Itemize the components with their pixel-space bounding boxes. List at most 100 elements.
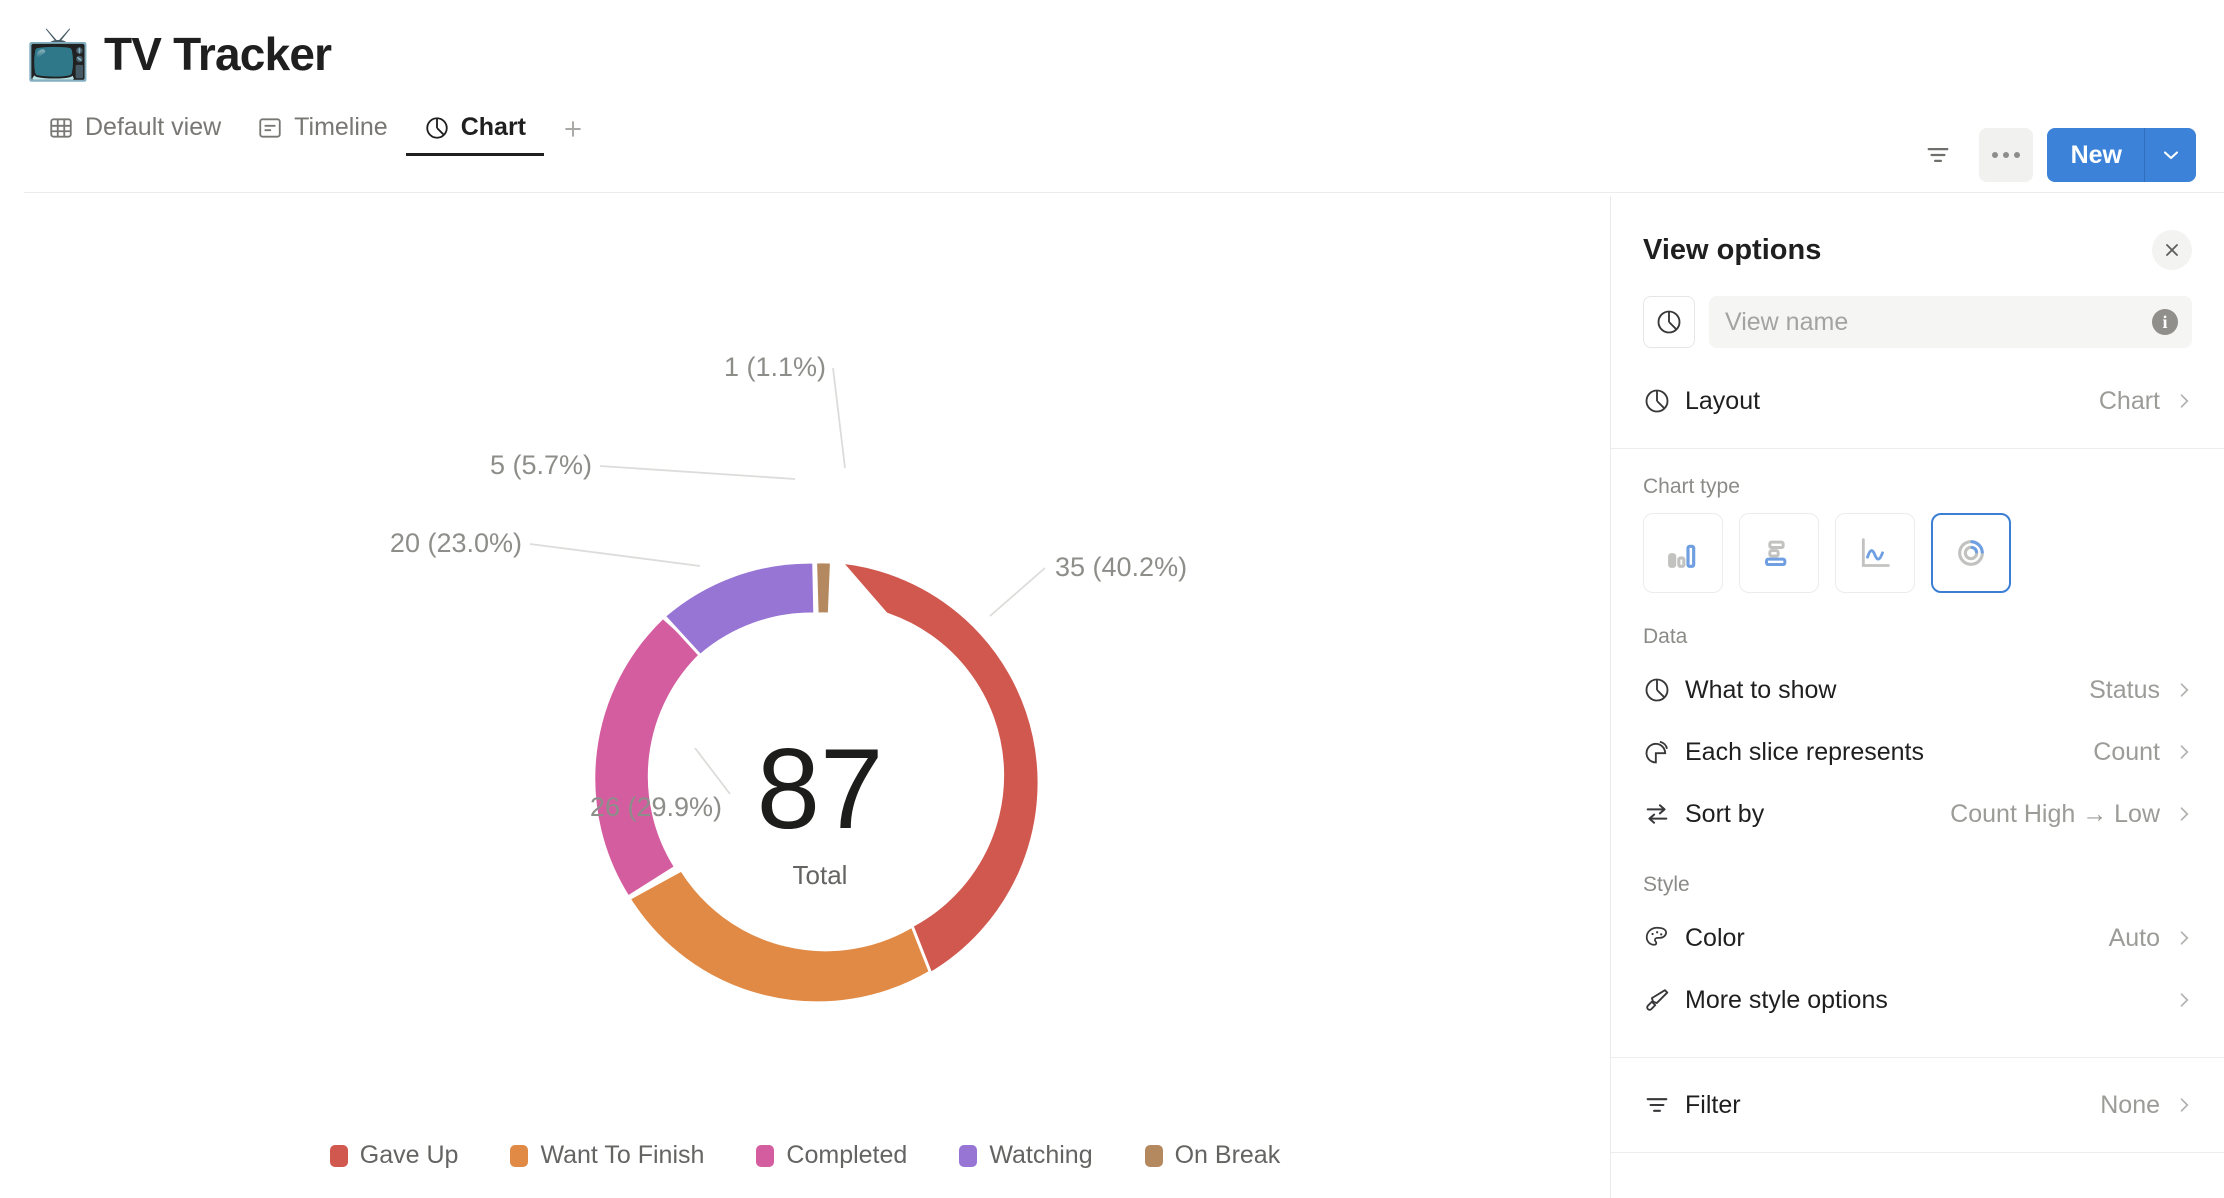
legend-swatch bbox=[510, 1144, 529, 1167]
segment-watching bbox=[662, 560, 817, 658]
legend-label: Want To Finish bbox=[540, 1141, 705, 1169]
add-view-button[interactable] bbox=[544, 116, 602, 156]
tab-label: Timeline bbox=[294, 113, 388, 141]
view-name-row: i bbox=[1611, 270, 2224, 348]
what-to-show-label: What to show bbox=[1685, 675, 1837, 704]
legend-swatch bbox=[756, 1144, 775, 1167]
app-header: 📺 TV Tracker Default view Timeline Chart… bbox=[0, 0, 2224, 196]
view-name-input[interactable] bbox=[1725, 307, 2152, 337]
view-options-panel: View options i Layout Chart C bbox=[1610, 196, 2224, 1198]
view-name-field-wrap: i bbox=[1709, 296, 2192, 348]
new-dropdown-button[interactable] bbox=[2144, 128, 2196, 182]
view-icon-button[interactable] bbox=[1643, 296, 1695, 348]
what-to-show-value: Status bbox=[2089, 675, 2160, 704]
data-label-want-to-finish: 26 (29.9%) bbox=[590, 792, 722, 822]
brush-icon bbox=[1643, 986, 1685, 1014]
palette-icon bbox=[1643, 924, 1685, 952]
sort-by-value: Count High → Low bbox=[1950, 799, 2160, 828]
legend-item-completed[interactable]: Completed bbox=[756, 1141, 907, 1170]
sort-by-row[interactable]: Sort by Count High → Low bbox=[1611, 783, 2224, 845]
donut-chart-icon[interactable] bbox=[1931, 513, 2011, 593]
tab-chart[interactable]: Chart bbox=[405, 113, 545, 156]
legend-item-on-break[interactable]: On Break bbox=[1144, 1141, 1281, 1170]
data-section-label: Data bbox=[1643, 625, 1688, 648]
legend-swatch bbox=[1144, 1144, 1163, 1167]
more-options-icon[interactable] bbox=[1978, 128, 2033, 182]
filter-row[interactable]: Filter None bbox=[1611, 1074, 2224, 1136]
donut-chart-svg: 87 Total 1 (1.1%) 5 (5.7%) 20 (23.0%) 35… bbox=[390, 352, 1187, 1005]
chevron-right-icon bbox=[2174, 804, 2194, 824]
legend-label: On Break bbox=[1174, 1141, 1281, 1169]
legend-item-want-to-finish[interactable]: Want To Finish bbox=[510, 1141, 704, 1170]
tab-label: Chart bbox=[460, 113, 527, 141]
legend-swatch bbox=[329, 1144, 348, 1167]
donut-chart: 87 Total 1 (1.1%) 5 (5.7%) 20 (23.0%) 35… bbox=[0, 196, 1610, 1096]
tab-default-view[interactable]: Default view bbox=[30, 113, 239, 156]
tv-icon: 📺 bbox=[25, 25, 91, 83]
new-button[interactable]: New bbox=[2046, 128, 2144, 182]
tab-label: Default view bbox=[85, 113, 222, 141]
panel-divider-3 bbox=[1611, 1152, 2224, 1153]
color-row[interactable]: Color Auto bbox=[1611, 907, 2224, 969]
chevron-right-icon bbox=[2174, 391, 2194, 411]
info-icon[interactable]: i bbox=[2152, 309, 2178, 335]
segment-want-to-finish bbox=[626, 867, 933, 1005]
chevron-right-icon bbox=[2174, 742, 2194, 762]
data-label-watching: 5 (5.7%) bbox=[490, 450, 592, 480]
bar-chart-icon[interactable] bbox=[1739, 513, 1819, 593]
each-slice-represents-row[interactable]: Each slice represents Count bbox=[1611, 721, 2224, 783]
chevron-right-icon bbox=[2174, 680, 2194, 700]
data-label-completed: 20 (23.0%) bbox=[390, 528, 522, 558]
column-chart-icon[interactable] bbox=[1643, 513, 1723, 593]
table-icon bbox=[48, 115, 74, 141]
legend-swatch bbox=[959, 1144, 978, 1167]
tab-timeline[interactable]: Timeline bbox=[239, 113, 406, 156]
chart-canvas-area: 87 Total 1 (1.1%) 5 (5.7%) 20 (23.0%) 35… bbox=[0, 196, 1610, 1198]
layout-value: Chart bbox=[2098, 386, 2160, 415]
legend-item-watching[interactable]: Watching bbox=[959, 1141, 1093, 1170]
title-row: 📺 TV Tracker bbox=[0, 0, 2224, 84]
more-dots bbox=[1991, 152, 2020, 158]
style-section-label: Style bbox=[1643, 873, 1690, 896]
legend-label: Gave Up bbox=[359, 1141, 459, 1169]
donut-center-label: Total bbox=[793, 860, 848, 890]
panel-divider-2 bbox=[1611, 1057, 2224, 1058]
timeline-icon bbox=[257, 115, 283, 141]
panel-header: View options bbox=[1611, 196, 2224, 270]
line-chart-icon[interactable] bbox=[1835, 513, 1915, 593]
new-button-group: New bbox=[2046, 128, 2196, 182]
slice-icon bbox=[1643, 738, 1685, 766]
header-actions: New bbox=[1911, 128, 2196, 182]
view-tabs: Default view Timeline Chart bbox=[0, 100, 2224, 156]
chevron-right-icon bbox=[2174, 990, 2194, 1010]
filter-label: Filter bbox=[1685, 1090, 1741, 1119]
layout-label: Layout bbox=[1685, 386, 1761, 415]
sort-by-label: Sort by bbox=[1685, 799, 1765, 828]
header-divider bbox=[24, 192, 2224, 193]
chart-type-options bbox=[1611, 509, 2224, 593]
donut-center-value: 87 bbox=[757, 726, 884, 853]
page-title: TV Tracker bbox=[104, 28, 332, 80]
close-icon[interactable] bbox=[2152, 230, 2192, 270]
filter-icon[interactable] bbox=[1911, 128, 1965, 182]
more-style-options-label: More style options bbox=[1685, 985, 1888, 1014]
pie-chart-icon bbox=[1643, 387, 1685, 415]
more-style-options-row[interactable]: More style options bbox=[1611, 969, 2224, 1031]
segment-on-break bbox=[814, 560, 834, 616]
pie-chart-icon bbox=[1643, 676, 1685, 704]
legend-item-gave-up[interactable]: Gave Up bbox=[329, 1141, 459, 1170]
data-label-gave-up: 35 (40.2%) bbox=[1055, 552, 1187, 582]
legend-label: Completed bbox=[786, 1141, 908, 1169]
what-to-show-row[interactable]: What to show Status bbox=[1611, 659, 2224, 721]
pie-chart-icon bbox=[424, 115, 450, 141]
each-slice-represents-label: Each slice represents bbox=[1685, 737, 1925, 766]
each-slice-represents-value: Count bbox=[2093, 737, 2160, 766]
data-label-on-break: 1 (1.1%) bbox=[724, 352, 826, 382]
chevron-right-icon bbox=[2174, 1095, 2194, 1115]
layout-row[interactable]: Layout Chart bbox=[1611, 370, 2224, 432]
chart-legend: Gave Up Want To Finish Completed Watchin… bbox=[0, 1141, 1610, 1170]
chevron-right-icon bbox=[2174, 928, 2194, 948]
legend-label: Watching bbox=[989, 1141, 1093, 1169]
filter-value: None bbox=[2100, 1090, 2160, 1119]
sort-swap-icon bbox=[1643, 800, 1685, 828]
